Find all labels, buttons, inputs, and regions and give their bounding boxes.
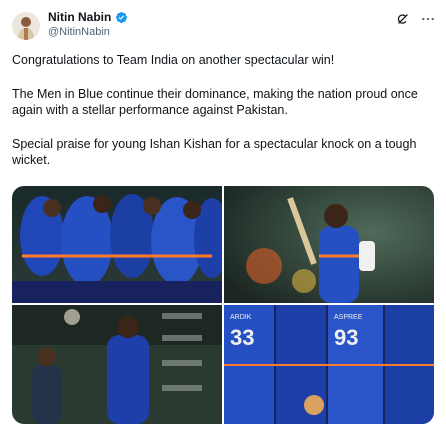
author-name[interactable]: Nitin Nabin <box>48 10 111 24</box>
jersey-name-1: ARDIK <box>230 314 252 321</box>
media-grid: ARDIK 33 ASPREE 93 <box>12 186 434 424</box>
grok-icon[interactable] <box>396 12 410 26</box>
jersey-number-2: 93 <box>334 325 358 350</box>
post-paragraph: Special praise for young Ishan Kishan fo… <box>12 136 417 168</box>
post-header: Nitin Nabin @NitinNabin <box>8 8 438 42</box>
jersey-number-1: 33 <box>230 325 254 350</box>
post-paragraph: Congratulations to Team India on another… <box>12 53 335 67</box>
avatar[interactable] <box>12 12 40 40</box>
photo-players-walking[interactable] <box>12 305 222 424</box>
jersey-name-2: ASPREE <box>334 314 363 321</box>
photo-team-numbers[interactable]: ARDIK 33 ASPREE 93 <box>224 305 434 424</box>
post-text: Congratulations to Team India on another… <box>12 52 436 186</box>
photo-team-huddle[interactable] <box>12 186 222 303</box>
avatar-image <box>12 12 40 40</box>
author-handle[interactable]: @NitinNabin <box>48 26 110 38</box>
more-options-icon[interactable] <box>420 11 436 27</box>
verified-badge-icon <box>115 11 128 24</box>
post-paragraph: The Men in Blue continue their dominance… <box>12 86 418 118</box>
photo-batter-celebration[interactable] <box>224 186 434 303</box>
